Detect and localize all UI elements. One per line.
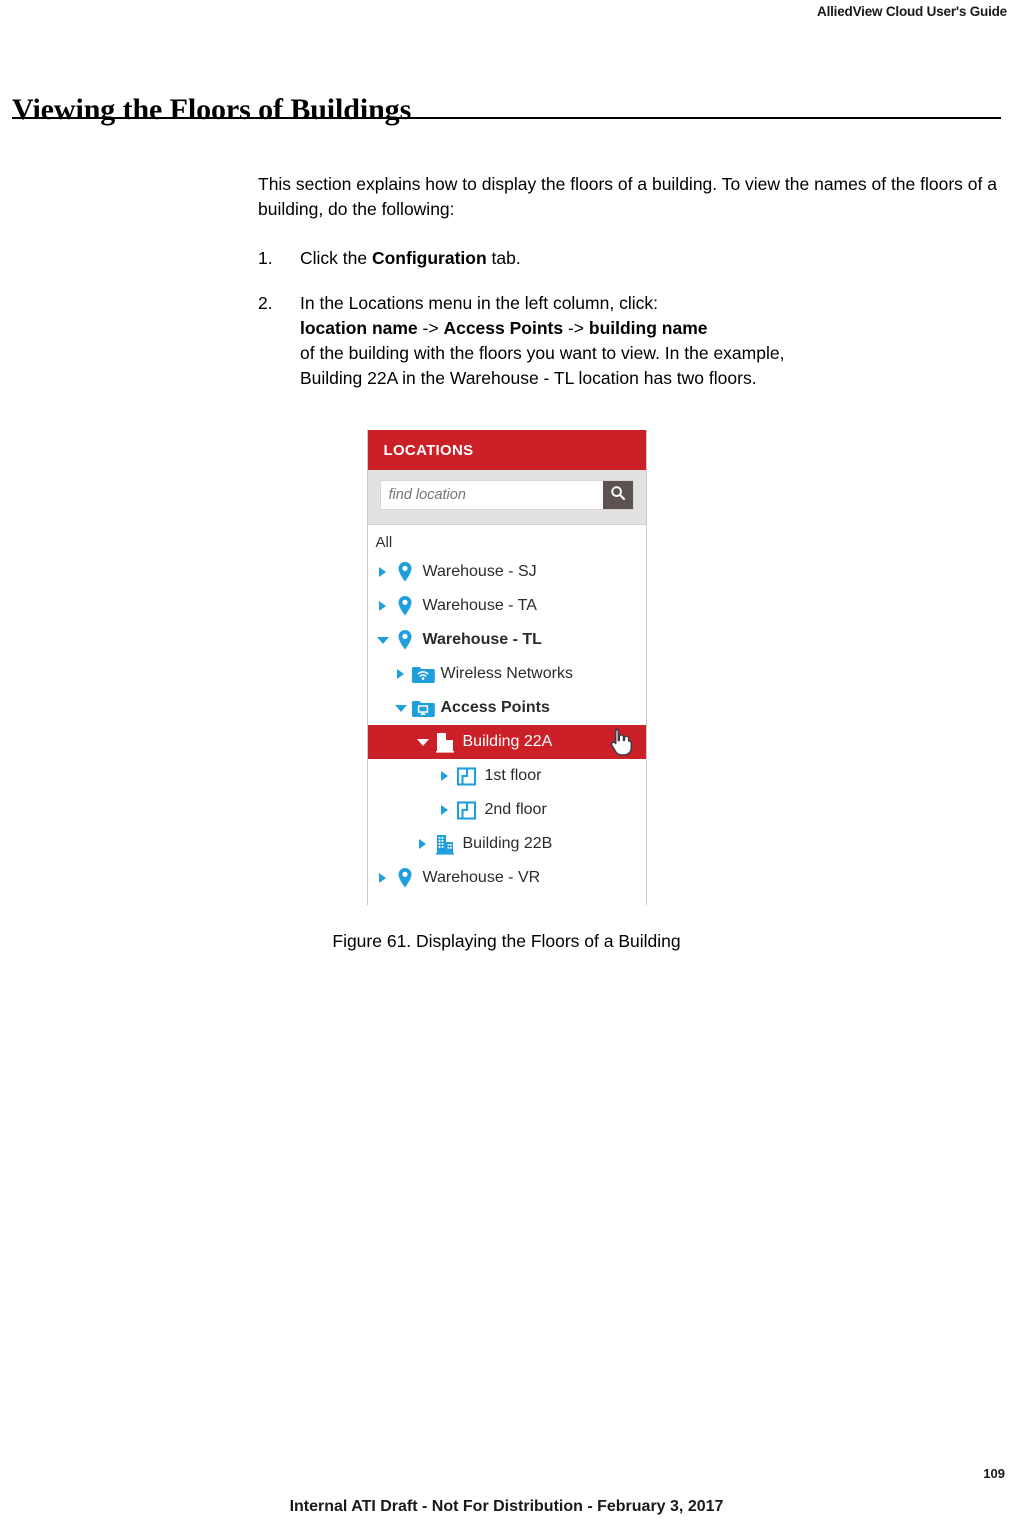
hand-pointer-cursor [608, 727, 634, 759]
chevron-right-icon[interactable] [416, 839, 430, 849]
search-button[interactable] [602, 481, 633, 509]
step-2-line-3: of the building with the floors you want… [300, 343, 785, 363]
tree-item-2nd-floor[interactable]: 2nd floor [368, 793, 646, 827]
tree-item-label: Warehouse - VR [422, 869, 541, 886]
map-pin-icon [392, 867, 418, 889]
footer-note: Internal ATI Draft - Not For Distributio… [289, 1498, 724, 1515]
figure-caption: Figure 61. Displaying the Floors of a Bu… [332, 931, 681, 951]
step-2-line-4: Building 22A in the Warehouse - TL locat… [300, 368, 757, 388]
tree-item-label: Warehouse - SJ [422, 563, 537, 580]
step-2-line-1: In the Locations menu in the left column… [300, 293, 658, 313]
page-number: 109 [983, 1466, 1005, 1481]
step-2-bold-building-name: building name [588, 318, 708, 338]
search-icon [610, 485, 626, 506]
chevron-right-icon[interactable] [438, 805, 452, 815]
locations-tree: All Warehouse - SJ Warehouse - TA Warehous… [367, 525, 646, 905]
step-1-text-b: tab. [486, 248, 521, 268]
map-pin-icon [392, 629, 418, 651]
intro-paragraph: This section explains how to display the… [258, 174, 997, 219]
tree-item-label: Building 22A [462, 733, 553, 750]
tree-item-access-points[interactable]: Access Points [368, 691, 646, 725]
step-2-sep-a: -> [417, 318, 444, 338]
building-icon [432, 833, 458, 855]
step-1-text-a: Click the [300, 248, 372, 268]
floorplan-icon [454, 800, 480, 821]
monitor-folder-icon [410, 698, 436, 718]
running-header: AlliedView Cloud User's Guide [817, 4, 1007, 19]
step-2-bold-access-points: Access Points [443, 318, 564, 338]
locations-panel: LOCATIONS All Warehouse - SJ Warehouse - … [366, 430, 647, 905]
tree-item-warehouse-sj[interactable]: Warehouse - SJ [368, 555, 646, 589]
chevron-right-icon[interactable] [438, 771, 452, 781]
tree-item-all[interactable]: All [368, 533, 646, 555]
step-1-bold-configuration: Configuration [371, 248, 487, 268]
tree-item-label: Building 22B [462, 835, 553, 852]
tree-item-wireless-networks[interactable]: Wireless Networks [368, 657, 646, 691]
floorplan-icon [454, 766, 480, 787]
step-1: 1. Click the Configuration tab. [258, 246, 998, 271]
chevron-right-icon[interactable] [394, 669, 408, 679]
tree-item-label: Warehouse - TL [422, 631, 542, 648]
tree-item-label: Warehouse - TA [422, 597, 537, 614]
step-2-sep-b: -> [563, 318, 589, 338]
chevron-down-icon[interactable] [394, 705, 408, 712]
chevron-down-icon[interactable] [416, 739, 430, 746]
chevron-right-icon[interactable] [376, 567, 390, 577]
step-1-number: 1. [258, 248, 273, 268]
tree-item-building-22b[interactable]: Building 22B [368, 827, 646, 861]
tree-item-warehouse-tl[interactable]: Warehouse - TL [368, 623, 646, 657]
map-pin-icon [392, 561, 418, 583]
tree-item-label: 2nd floor [484, 801, 547, 818]
step-2-number: 2. [258, 293, 273, 313]
find-location-input[interactable] [380, 481, 603, 509]
locations-panel-header: LOCATIONS [367, 430, 646, 470]
locations-search-area [367, 470, 646, 525]
chevron-down-icon[interactable] [376, 637, 390, 644]
title-divider [12, 117, 1001, 119]
step-2-bold-location-name: location name [300, 318, 418, 338]
body-content: This section explains how to display the… [258, 172, 998, 411]
chevron-right-icon[interactable] [376, 601, 390, 611]
wifi-folder-icon [410, 664, 436, 684]
chevron-right-icon[interactable] [376, 873, 390, 883]
tree-item-warehouse-ta[interactable]: Warehouse - TA [368, 589, 646, 623]
tree-item-label: Wireless Networks [440, 665, 573, 682]
locations-panel-title: LOCATIONS [383, 441, 474, 459]
building-icon [432, 731, 458, 753]
tree-item-1st-floor[interactable]: 1st floor [368, 759, 646, 793]
tree-item-label: 1st floor [484, 767, 542, 784]
locations-search-row [379, 480, 634, 510]
tree-item-building-22a[interactable]: Building 22A [367, 725, 646, 759]
step-2: 2. In the Locations menu in the left col… [258, 291, 998, 391]
tree-item-warehouse-vr[interactable]: Warehouse - VR [368, 861, 646, 895]
tree-item-label: Access Points [440, 699, 550, 716]
figure-61: LOCATIONS All Warehouse - SJ Warehouse - … [0, 430, 1013, 952]
map-pin-icon [392, 595, 418, 617]
page-title: Viewing the Floors of Buildings [12, 93, 412, 127]
